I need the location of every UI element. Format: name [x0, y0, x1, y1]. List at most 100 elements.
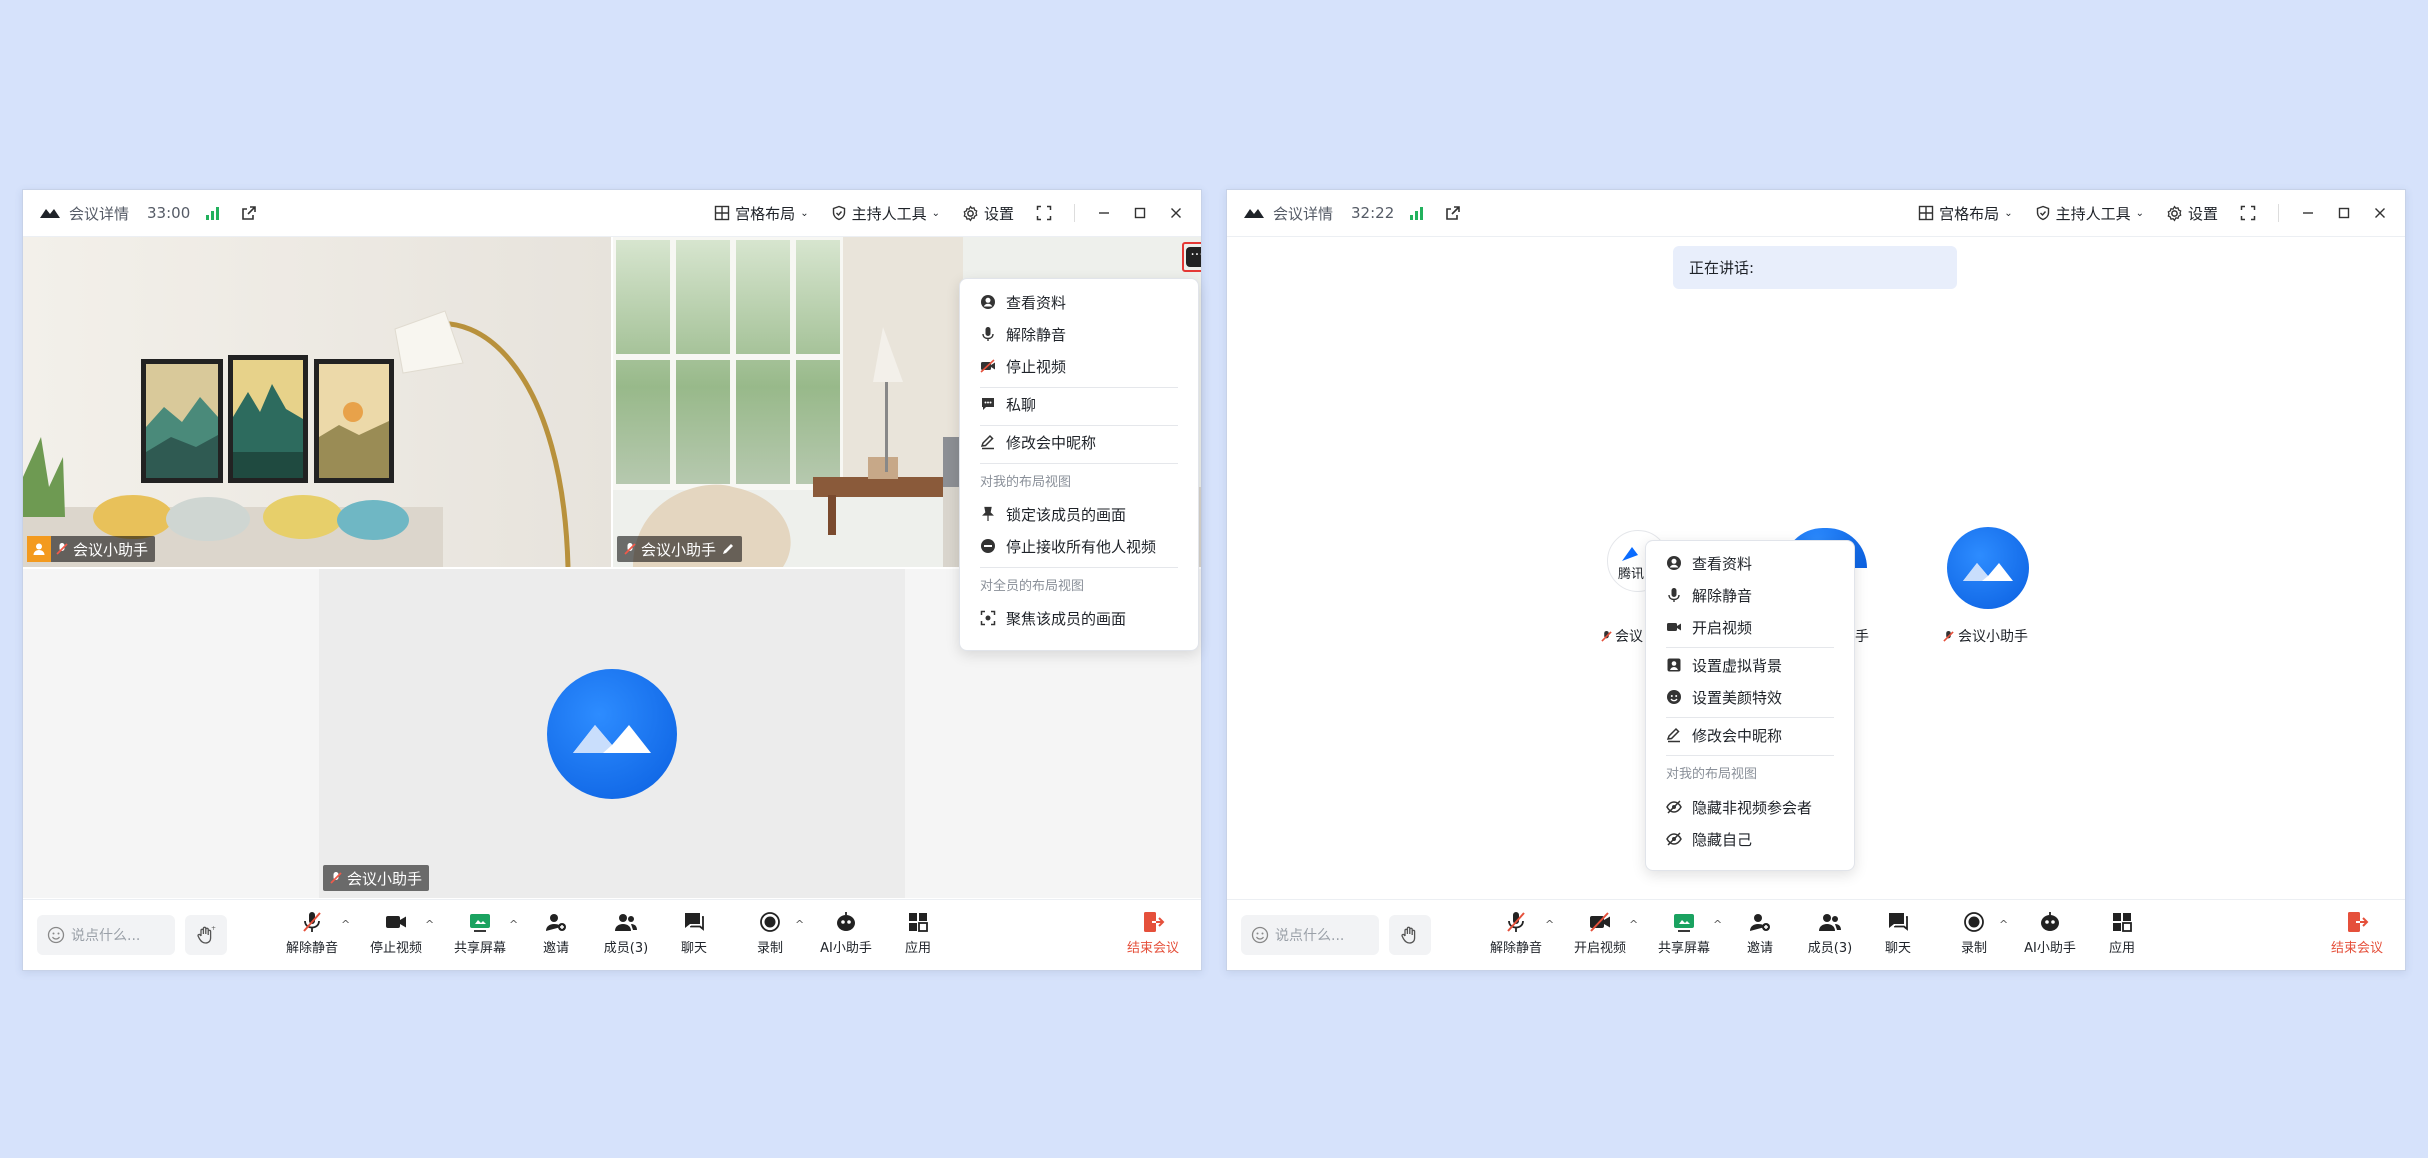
video-tile-1[interactable]: 会议小助手 — [23, 237, 611, 567]
pencil-icon[interactable] — [721, 542, 735, 556]
chat-input[interactable]: 说点什么... — [1241, 915, 1379, 955]
participant-avatar-3[interactable] — [1947, 527, 2029, 609]
members-button[interactable]: 成员(3) — [591, 910, 661, 962]
chevron-up-icon[interactable]: ^ — [341, 918, 350, 931]
host-tools-button[interactable]: 主持人工具 ⌄ — [2035, 203, 2144, 224]
participant-nametag: 会议小助手 — [617, 536, 743, 562]
grid-layout-button[interactable]: 宫格布局 ⌄ — [714, 203, 809, 224]
share-screen-button[interactable]: 共享屏幕 — [445, 910, 515, 962]
apps-button[interactable]: 应用 — [2087, 910, 2157, 962]
chevron-up-icon[interactable]: ^ — [1545, 918, 1554, 931]
tool-label: 邀请 — [542, 941, 569, 956]
menu-item-hide-non-video[interactable]: 隐藏非视频参会者 — [1646, 792, 1854, 822]
tool-label: 解除静音 — [285, 941, 338, 956]
end-meeting-button[interactable]: 结束会议 — [1113, 910, 1193, 956]
invite-button[interactable]: 邀请 — [521, 910, 591, 962]
chevron-up-icon[interactable]: ^ — [795, 918, 804, 931]
menu-item-label: 设置虚拟背景 — [1692, 656, 1783, 675]
divider — [2278, 204, 2279, 222]
menu-item-rename[interactable]: 修改会中昵称 — [960, 427, 1198, 457]
end-meeting-button[interactable]: 结束会议 — [2317, 910, 2397, 956]
tool-label: 应用 — [904, 941, 931, 956]
menu-item-lock-member[interactable]: 锁定该成员的画面 — [960, 499, 1198, 529]
menu-item-stop-video[interactable]: 停止视频 — [960, 351, 1198, 381]
meeting-logo-icon — [573, 725, 651, 753]
mic-muted-icon — [1943, 630, 1954, 642]
meeting-details-link[interactable]: 会议详情 — [1273, 203, 1333, 224]
menu-item-beauty-effects[interactable]: 设置美颜特效 — [1646, 682, 1854, 712]
chat-button[interactable]: 聊天 — [659, 910, 729, 962]
svg-text:+: + — [211, 925, 216, 932]
close-icon[interactable] — [1169, 206, 1183, 220]
invite-button[interactable]: 邀请 — [1725, 910, 1795, 962]
speaking-indicator: 正在讲话: — [1673, 246, 1957, 289]
popout-icon[interactable] — [241, 205, 257, 221]
menu-item-stop-receive[interactable]: 停止接收所有他人视频 — [960, 531, 1198, 561]
unmute-button[interactable]: 解除静音 — [1481, 910, 1551, 962]
chevron-up-icon[interactable]: ^ — [1629, 918, 1638, 931]
ai-assistant-button[interactable]: AI小助手 — [2015, 910, 2085, 962]
stop-video-button[interactable]: 停止视频 — [361, 910, 431, 962]
maximize-icon[interactable] — [1133, 206, 1147, 220]
start-video-button[interactable]: 开启视频 — [1565, 910, 1635, 962]
fullscreen-icon[interactable] — [2240, 205, 2256, 221]
chevron-up-icon[interactable]: ^ — [425, 918, 434, 931]
menu-divider — [980, 463, 1178, 464]
tool-label: 聊天 — [1884, 941, 1911, 956]
menu-item-unmute[interactable]: 解除静音 — [1646, 580, 1854, 610]
close-icon[interactable] — [2373, 206, 2387, 220]
emoji-icon — [1251, 926, 1269, 944]
share-screen-button[interactable]: 共享屏幕 — [1649, 910, 1719, 962]
minimize-icon[interactable] — [1097, 206, 1111, 220]
raise-hand-button[interactable]: + — [185, 915, 227, 955]
signal-icon[interactable] — [1410, 206, 1424, 220]
pin-icon — [982, 506, 994, 521]
avatar-logo-text: 腾讯 — [1618, 567, 1645, 582]
grid-icon — [714, 205, 730, 221]
self-context-menu: 查看资料 解除静音 开启视频 设置虚拟背景 设置美颜特效 修改会中昵称 对我的布… — [1645, 540, 1855, 871]
video-camera-icon — [386, 916, 406, 928]
raise-hand-button[interactable] — [1389, 915, 1431, 955]
virtual-background-icon — [1667, 658, 1681, 672]
exit-icon — [2348, 912, 2369, 932]
host-badge-icon — [27, 536, 51, 562]
unmute-button[interactable]: 解除静音 — [277, 910, 347, 962]
video-frame-living-room — [23, 237, 611, 567]
chat-icon — [1889, 913, 1908, 931]
signal-icon[interactable] — [206, 206, 220, 220]
popout-icon[interactable] — [1445, 205, 1461, 221]
menu-item-rename[interactable]: 修改会中昵称 — [1646, 720, 1854, 750]
menu-item-start-video[interactable]: 开启视频 — [1646, 612, 1854, 642]
ai-assistant-button[interactable]: AI小助手 — [811, 910, 881, 962]
settings-button[interactable]: 设置 — [2166, 203, 2218, 224]
host-tools-button[interactable]: 主持人工具 ⌄ — [831, 203, 940, 224]
chevron-up-icon[interactable]: ^ — [1999, 918, 2008, 931]
settings-button[interactable]: 设置 — [962, 203, 1014, 224]
chat-button[interactable]: 聊天 — [1863, 910, 1933, 962]
maximize-icon[interactable] — [2337, 206, 2351, 220]
grid-icon — [1918, 205, 1934, 221]
tool-label: 结束会议 — [1126, 941, 1179, 956]
menu-item-view-profile[interactable]: 查看资料 — [1646, 548, 1854, 578]
fullscreen-icon[interactable] — [1036, 205, 1052, 221]
members-button[interactable]: 成员(3) — [1795, 910, 1865, 962]
menu-item-private-chat[interactable]: 私聊 — [960, 389, 1198, 419]
menu-item-view-profile[interactable]: 查看资料 — [960, 287, 1198, 317]
menu-item-focus-member[interactable]: 聚焦该成员的画面 — [960, 603, 1198, 633]
chat-input[interactable]: 说点什么... — [37, 915, 175, 955]
grid-layout-button[interactable]: 宫格布局 ⌄ — [1918, 203, 2013, 224]
menu-item-unmute[interactable]: 解除静音 — [960, 319, 1198, 349]
chevron-up-icon[interactable]: ^ — [509, 918, 518, 931]
apps-button[interactable]: 应用 — [883, 910, 953, 962]
participant-name: 会议小助手 — [641, 540, 717, 559]
share-screen-icon — [470, 914, 490, 932]
chevron-up-icon[interactable]: ^ — [1713, 918, 1722, 931]
minimize-icon[interactable] — [2301, 206, 2315, 220]
menu-item-label: 隐藏自己 — [1692, 830, 1753, 849]
menu-item-hide-self[interactable]: 隐藏自己 — [1646, 824, 1854, 854]
more-options-button[interactable]: ··· — [1182, 242, 1201, 272]
video-off-icon — [980, 359, 995, 373]
menu-item-virtual-background[interactable]: 设置虚拟背景 — [1646, 650, 1854, 680]
meeting-details-link[interactable]: 会议详情 — [69, 203, 129, 224]
meeting-duration: 33:00 — [147, 204, 191, 222]
